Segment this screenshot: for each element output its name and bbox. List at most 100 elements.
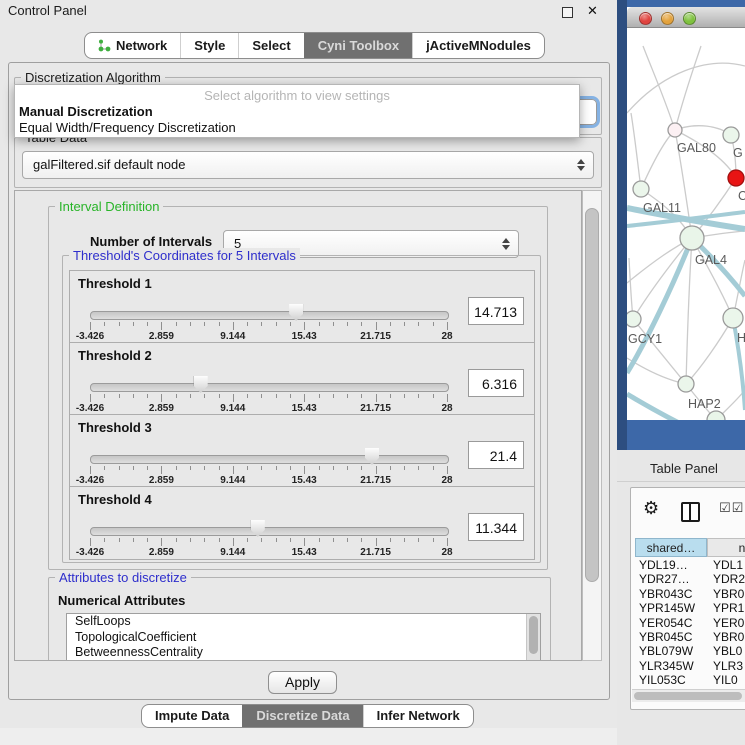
minimize-traffic-light[interactable] [661, 12, 674, 25]
algorithm-option-manual[interactable]: Manual Discretization [19, 104, 153, 119]
node-table-panel: ⚙ ☑☑ shared… n YDL19…YDL1YDR27…YDR2YBR04… [630, 487, 745, 710]
algorithm-dropdown-popup: Select algorithm to view settings Manual… [14, 84, 580, 138]
network-edge [675, 46, 701, 130]
slider-tick-labels: -3.4262.8599.14415.4321.71528 [90, 403, 447, 414]
network-node[interactable] [678, 376, 694, 392]
network-node[interactable] [680, 226, 704, 250]
network-node-label: GCY1 [628, 332, 662, 346]
network-node[interactable] [723, 127, 739, 143]
apply-button[interactable]: Apply [268, 671, 337, 694]
table-row[interactable]: YBR043CYBR0 [631, 587, 745, 601]
attributes-group: Attributes to discretize Numerical Attri… [48, 577, 551, 661]
slider-tick-labels: -3.4262.8599.14415.4321.71528 [90, 547, 447, 558]
bottom-tab-bar: Impute DataDiscretize DataInfer Network [141, 704, 474, 728]
network-icon [98, 39, 111, 52]
window-title: Control Panel [8, 3, 87, 18]
checkboxes-icon[interactable]: ☑☑ [719, 501, 744, 516]
threshold-2-slider-track[interactable] [90, 383, 449, 392]
network-edge [686, 238, 692, 384]
network-node-label: HAP2 [688, 397, 721, 411]
table-row[interactable]: YBL079WYBL0 [631, 644, 745, 658]
attribute-item[interactable]: BetweennessCentrality [67, 645, 540, 661]
table-row[interactable]: YDR27…YDR2 [631, 572, 745, 586]
threshold-3-label: Threshold 3 [78, 420, 152, 435]
table-row[interactable]: YBR045CYBR0 [631, 630, 745, 644]
threshold-2-value-field[interactable]: 6.316 [468, 369, 524, 397]
tab-style[interactable]: Style [180, 33, 238, 58]
tab-discretize-data[interactable]: Discretize Data [242, 705, 362, 727]
tab-infer-network[interactable]: Infer Network [363, 705, 473, 727]
attribute-item[interactable]: TopologicalCoefficient [67, 630, 540, 646]
network-node-label: G [733, 146, 743, 160]
tab-impute-data[interactable]: Impute Data [142, 705, 242, 727]
table-panel-title: Table Panel [650, 461, 718, 476]
network-node-label: GAL11 [643, 201, 681, 215]
algorithm-option-equal-width[interactable]: Equal Width/Frequency Discretization [19, 120, 236, 135]
interval-definition-group: Interval Definition Number of Intervals … [48, 206, 548, 570]
algorithm-placeholder-option[interactable]: Select algorithm to view settings [15, 88, 579, 103]
network-edge [627, 63, 745, 113]
slider-ticks [90, 322, 447, 331]
threshold-4-panel: Threshold 4 -3.4262.8599.14415.4321.7152… [69, 486, 535, 560]
attribute-item[interactable]: SelfLoops [67, 614, 540, 630]
bottom-strip [0, 728, 617, 745]
attributes-group-label: Attributes to discretize [55, 570, 191, 585]
tab-cyni-toolbox[interactable]: Cyni Toolbox [304, 33, 412, 58]
network-node-label: GAL4 [695, 253, 727, 267]
network-edge [631, 113, 641, 189]
slider-ticks [90, 538, 447, 547]
stepper-arrows-icon [577, 159, 585, 171]
panel-scrollbar-thumb[interactable] [585, 208, 599, 582]
table-row[interactable]: YDL19…YDL1 [631, 558, 745, 572]
network-edge [641, 130, 675, 189]
zoom-traffic-light[interactable] [683, 12, 696, 25]
table-rows: YDL19…YDL1YDR27…YDR2YBR043CYBR0YPR145WYP… [631, 558, 745, 688]
desktop-shadow-band [617, 0, 627, 450]
threshold-3-value-field[interactable]: 21.4 [468, 441, 524, 469]
number-of-intervals-label: Number of Intervals [90, 234, 212, 249]
slider-ticks [90, 466, 447, 475]
network-canvas[interactable]: GAL80GCGAL11GAL4GCY1HHAP2 [627, 28, 745, 420]
list-scrollbar[interactable] [526, 614, 540, 661]
tab-select[interactable]: Select [238, 33, 303, 58]
network-node[interactable] [723, 308, 743, 328]
table-row[interactable]: YIL053CYIL0 [631, 673, 745, 687]
threshold-4-value-field[interactable]: 11.344 [468, 513, 524, 541]
threshold-4-slider-track[interactable] [90, 527, 449, 536]
network-edge [629, 258, 633, 319]
table-row[interactable]: YER054CYER0 [631, 616, 745, 630]
stepper-arrows-icon [502, 238, 510, 250]
panel-scrollbar[interactable] [582, 190, 602, 661]
threshold-1-panel: Threshold 1 -3.4262.8599.14415.4321.7152… [69, 270, 535, 344]
network-node[interactable] [633, 181, 649, 197]
table-hscrollbar[interactable] [632, 689, 745, 702]
columns-icon[interactable] [681, 502, 700, 522]
threshold-1-slider-track[interactable] [90, 311, 449, 320]
gear-icon[interactable]: ⚙ [643, 498, 659, 519]
network-node[interactable] [728, 170, 744, 186]
top-tab-bar: NetworkStyleSelectCyni ToolboxjActiveMNo… [84, 32, 545, 59]
thresholds-group: Threshold's Coordinates for 5 Intervals … [62, 255, 541, 563]
float-window-icon[interactable] [562, 7, 573, 18]
discretization-algorithm-label: Discretization Algorithm [21, 70, 165, 85]
threshold-1-label: Threshold 1 [78, 276, 152, 291]
table-data-combobox[interactable]: galFiltered.sif default node [22, 151, 594, 179]
threshold-3-slider-track[interactable] [90, 455, 449, 464]
network-node[interactable] [668, 123, 682, 137]
network-node[interactable] [627, 311, 641, 327]
close-traffic-light[interactable] [639, 12, 652, 25]
column-header-name[interactable]: n [707, 538, 745, 557]
table-row[interactable]: YLR345WYLR3 [631, 659, 745, 673]
numerical-attributes-list[interactable]: SelfLoopsTopologicalCoefficientBetweenne… [66, 613, 541, 661]
threshold-2-label: Threshold 2 [78, 348, 152, 363]
table-data-value: galFiltered.sif default node [33, 152, 185, 178]
network-edge [643, 46, 675, 130]
table-row[interactable]: YPR145WYPR1 [631, 601, 745, 615]
network-window-titlebar[interactable] [627, 7, 745, 28]
column-header-shared-name[interactable]: shared… [635, 538, 707, 557]
tab-jactivemnodules[interactable]: jActiveMNodules [412, 33, 544, 58]
threshold-1-value-field[interactable]: 14.713 [468, 297, 524, 325]
close-icon[interactable]: ✕ [587, 3, 598, 19]
tab-network[interactable]: Network [85, 33, 180, 58]
threshold-2-panel: Threshold 2 -3.4262.8599.14415.4321.7152… [69, 342, 535, 416]
